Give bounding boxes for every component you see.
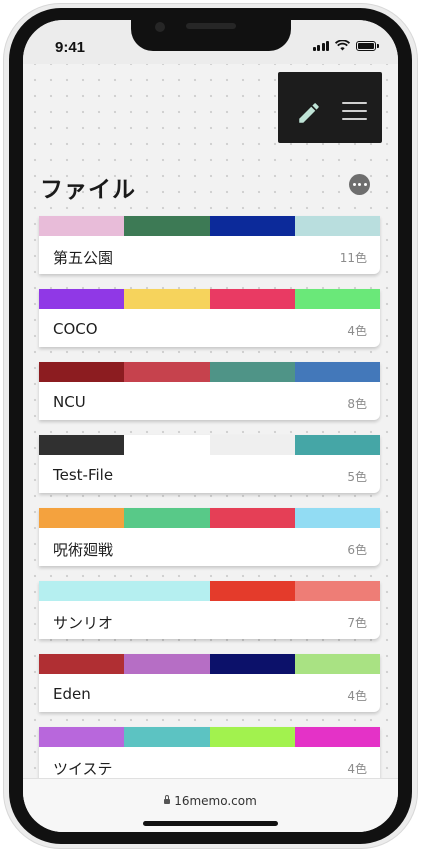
url-text: 16memo.com <box>174 794 257 808</box>
color-swatch <box>124 508 210 528</box>
device-notch <box>131 20 291 51</box>
camera-icon <box>155 22 165 32</box>
status-icons <box>312 40 379 51</box>
file-card[interactable]: ツイステ 4色 <box>39 727 380 785</box>
page-title: ファイル <box>40 177 136 203</box>
color-swatch <box>124 435 210 455</box>
file-card[interactable]: 第五公園 11色 <box>39 216 380 274</box>
lock-icon <box>164 795 171 804</box>
file-name: サンリオ <box>53 614 114 632</box>
color-swatch <box>209 435 295 455</box>
color-swatch <box>39 727 125 747</box>
color-swatch <box>209 216 295 236</box>
color-count: 5色 <box>347 470 367 484</box>
color-swatch <box>209 727 295 747</box>
color-swatch <box>294 289 380 309</box>
floating-toolbar <box>278 72 382 143</box>
color-swatch <box>209 581 295 601</box>
color-count: 4色 <box>347 762 367 776</box>
color-swatch <box>124 581 210 601</box>
file-card[interactable]: サンリオ 7色 <box>39 581 380 639</box>
file-card[interactable]: Eden 4色 <box>39 654 380 712</box>
more-options-icon[interactable] <box>349 174 370 195</box>
color-swatch <box>294 727 380 747</box>
app-screen: 9:41 ファイル 第五公園 11色 COCO 4色 NCU 8色 Test-F… <box>23 20 398 832</box>
color-swatch <box>39 581 125 601</box>
color-swatch <box>294 654 380 674</box>
color-swatch <box>294 508 380 528</box>
pencil-icon[interactable] <box>296 100 322 126</box>
color-swatch <box>39 362 125 382</box>
color-count: 11色 <box>339 251 367 265</box>
color-swatch <box>294 216 380 236</box>
color-swatch <box>39 216 125 236</box>
file-name: 呪術廻戦 <box>53 541 114 559</box>
browser-bottom-bar: 16memo.com <box>23 778 398 832</box>
color-swatch <box>294 362 380 382</box>
color-swatch-strip <box>39 216 380 236</box>
color-count: 4色 <box>347 324 367 338</box>
file-list: 第五公園 11色 COCO 4色 NCU 8色 Test-File 5色呪術廻戦 6色サンリオ 7… <box>39 216 381 800</box>
color-swatch <box>209 508 295 528</box>
color-swatch-strip <box>39 362 380 382</box>
color-swatch <box>209 362 295 382</box>
color-swatch <box>209 654 295 674</box>
color-swatch <box>39 289 125 309</box>
home-indicator[interactable] <box>143 821 278 826</box>
color-swatch <box>39 654 125 674</box>
color-swatch <box>124 727 210 747</box>
color-swatch <box>124 216 210 236</box>
color-count: 7色 <box>347 616 367 630</box>
color-swatch-strip <box>39 581 380 601</box>
color-count: 8色 <box>347 397 367 411</box>
color-swatch <box>294 435 380 455</box>
cellular-signal-icon <box>312 40 329 51</box>
hamburger-menu-icon[interactable] <box>342 102 367 126</box>
color-swatch-strip <box>39 289 380 309</box>
file-card[interactable]: COCO 4色 <box>39 289 380 347</box>
file-name: ツイステ <box>53 760 113 778</box>
file-card[interactable]: NCU 8色 <box>39 362 380 420</box>
color-count: 6色 <box>347 543 367 557</box>
file-card[interactable]: Test-File 5色 <box>39 435 380 493</box>
file-name: Test-File <box>53 466 114 484</box>
battery-icon <box>356 40 379 51</box>
color-swatch <box>124 289 210 309</box>
address-bar[interactable]: 16memo.com <box>23 794 398 808</box>
file-card[interactable]: 呪術廻戦 6色 <box>39 508 380 566</box>
device-frame: 9:41 ファイル 第五公園 11色 COCO 4色 NCU 8色 Test-F… <box>9 8 412 844</box>
color-swatch <box>39 435 125 455</box>
file-name: COCO <box>53 320 98 338</box>
color-swatch-strip <box>39 508 380 528</box>
color-swatch-strip <box>39 435 380 455</box>
file-name: NCU <box>53 393 86 411</box>
wifi-icon <box>335 40 350 51</box>
color-count: 4色 <box>347 689 367 703</box>
speaker-grille <box>186 23 236 29</box>
color-swatch <box>124 654 210 674</box>
color-swatch <box>124 362 210 382</box>
file-name: Eden <box>53 685 91 703</box>
file-name: 第五公園 <box>53 249 114 267</box>
color-swatch <box>39 508 125 528</box>
color-swatch <box>294 581 380 601</box>
color-swatch-strip <box>39 654 380 674</box>
status-time: 9:41 <box>55 39 86 56</box>
color-swatch-strip <box>39 727 380 747</box>
color-swatch <box>209 289 295 309</box>
